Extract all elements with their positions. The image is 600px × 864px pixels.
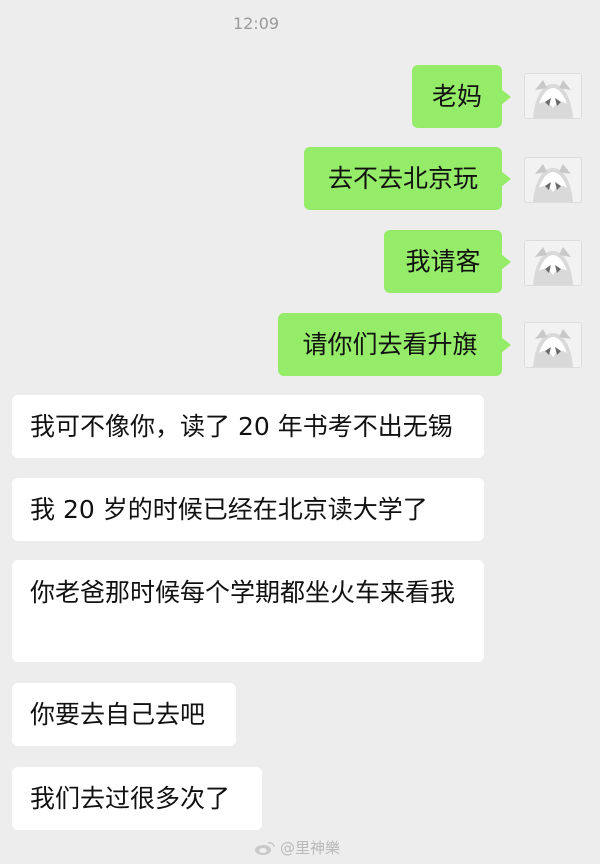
message-bubble-received[interactable]: 我们去过很多次了 bbox=[12, 767, 262, 830]
watermark: @里神樂 bbox=[254, 837, 340, 858]
anime-avatar-icon bbox=[525, 323, 581, 367]
message-text: 老妈 bbox=[431, 81, 482, 111]
message-text: 我可不像你，读了 20 年书考不出无锡 bbox=[30, 411, 453, 441]
avatar[interactable] bbox=[524, 157, 582, 203]
message-timestamp: 12:09 bbox=[232, 14, 280, 33]
message-bubble-received[interactable]: 你要去自己去吧 bbox=[12, 683, 236, 746]
avatar[interactable] bbox=[524, 73, 582, 119]
message-bubble-received[interactable]: 你老爸那时候每个学期都坐火车来看我 bbox=[12, 560, 484, 662]
message-text: 去不去北京玩 bbox=[327, 163, 478, 193]
message-text: 我请客 bbox=[405, 246, 481, 276]
message-bubble-sent[interactable]: 去不去北京玩 bbox=[304, 147, 511, 210]
chat-window: 12:09 老妈 去不去北京玩 我请客 请你们去看升旗 我可不像你，读了 20 … bbox=[0, 0, 600, 864]
message-bubble-sent[interactable]: 请你们去看升旗 bbox=[278, 313, 511, 376]
message-bubble-sent[interactable]: 老妈 bbox=[412, 65, 511, 128]
message-bubble-sent[interactable]: 我请客 bbox=[384, 230, 511, 293]
message-text: 请你们去看升旗 bbox=[302, 329, 478, 359]
avatar[interactable] bbox=[524, 322, 582, 368]
avatar[interactable] bbox=[524, 240, 582, 286]
anime-avatar-icon bbox=[525, 241, 581, 285]
message-text: 你要去自己去吧 bbox=[30, 699, 206, 729]
message-bubble-received[interactable]: 我可不像你，读了 20 年书考不出无锡 bbox=[12, 395, 484, 458]
watermark-text: @里神樂 bbox=[280, 839, 341, 857]
message-text: 我 20 岁的时候已经在北京读大学了 bbox=[30, 494, 428, 524]
anime-avatar-icon bbox=[525, 158, 581, 202]
message-text: 你老爸那时候每个学期都坐火车来看我 bbox=[30, 578, 456, 607]
message-text: 我们去过很多次了 bbox=[30, 783, 231, 813]
weibo-icon bbox=[255, 841, 275, 855]
message-bubble-received[interactable]: 我 20 岁的时候已经在北京读大学了 bbox=[12, 478, 484, 541]
anime-avatar-icon bbox=[525, 74, 581, 118]
